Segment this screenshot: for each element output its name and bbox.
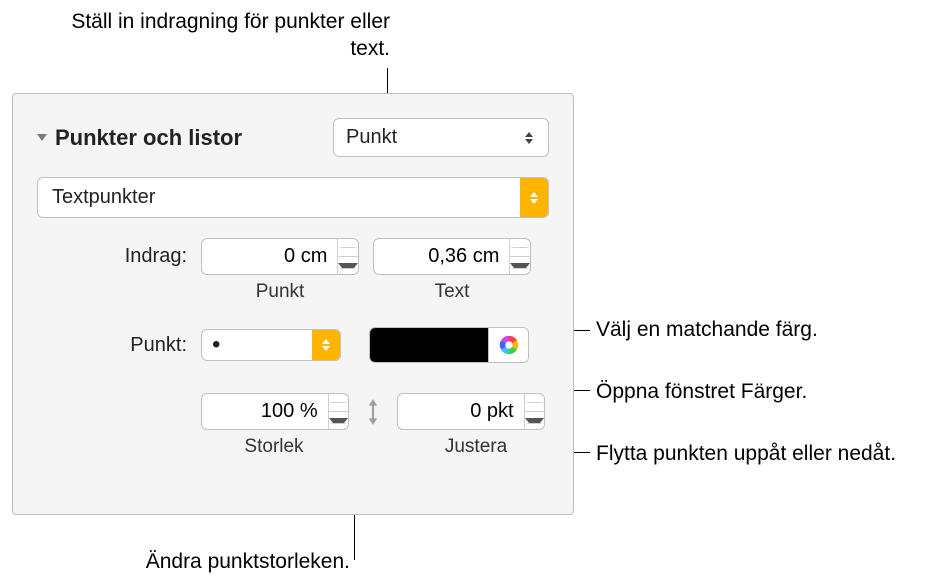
vertical-align-icon	[359, 397, 387, 427]
indent-label: Indrag:	[37, 245, 187, 268]
callout-matching-color: Välj en matchande färg.	[596, 316, 818, 343]
align-stepper[interactable]	[397, 393, 545, 430]
color-swatch-well[interactable]	[370, 328, 488, 362]
chevrons-icon	[522, 132, 536, 144]
disclosure-triangle-icon	[37, 134, 47, 141]
indent-text-sublabel: Text	[373, 281, 531, 303]
callout-bullet-size: Ändra punktstorleken.	[60, 548, 350, 575]
size-stepper[interactable]	[201, 393, 349, 430]
callout-open-colors: Öppna fönstret Färger.	[596, 378, 807, 405]
stepper-up-icon[interactable]	[329, 394, 348, 412]
bullets-lists-panel: Punkter och listor Punkt Textpunkter Ind…	[12, 93, 574, 515]
stepper-buttons[interactable]	[337, 239, 358, 274]
stepper-buttons[interactable]	[524, 394, 544, 429]
size-input[interactable]	[202, 394, 328, 429]
size-sublabel: Storlek	[201, 436, 347, 458]
stepper-up-icon[interactable]	[338, 239, 358, 257]
dropdown-button-icon	[312, 330, 340, 360]
stepper-down-icon[interactable]	[525, 412, 544, 429]
bullet-char-value: •	[202, 330, 312, 360]
stepper-down-icon[interactable]	[338, 257, 358, 274]
stepper-buttons[interactable]	[509, 239, 530, 274]
indent-text-input[interactable]	[374, 239, 509, 274]
bullet-type-dropdown[interactable]: Textpunkter	[37, 177, 549, 218]
stepper-down-icon[interactable]	[329, 412, 348, 429]
align-input[interactable]	[398, 394, 524, 429]
bullet-color-control	[369, 327, 529, 363]
callout-move-bullet: Flytta punkten uppåt eller nedåt.	[596, 440, 896, 467]
list-style-value: Punkt	[346, 126, 397, 149]
align-sublabel: Justera	[403, 436, 549, 458]
bullet-char-dropdown[interactable]: •	[201, 329, 341, 361]
color-wheel-button[interactable]	[488, 328, 528, 362]
dropdown-button-icon	[520, 178, 548, 217]
callout-indentation: Ställ in indragning för punkter eller te…	[70, 8, 390, 63]
indent-bullet-stepper[interactable]	[201, 238, 359, 275]
stepper-up-icon[interactable]	[525, 394, 544, 412]
indent-text-stepper[interactable]	[373, 238, 531, 275]
stepper-buttons[interactable]	[328, 394, 348, 429]
indent-bullet-sublabel: Punkt	[201, 281, 359, 303]
indent-bullet-input[interactable]	[202, 239, 337, 274]
section-title-text: Punkter och listor	[55, 125, 242, 151]
list-style-dropdown[interactable]: Punkt	[333, 118, 549, 157]
stepper-up-icon[interactable]	[510, 239, 530, 257]
bullet-label: Punkt:	[37, 334, 187, 357]
bullet-type-value: Textpunkter	[38, 178, 520, 217]
stepper-down-icon[interactable]	[510, 257, 530, 274]
color-wheel-icon	[498, 334, 520, 356]
section-header[interactable]: Punkter och listor	[37, 125, 317, 151]
